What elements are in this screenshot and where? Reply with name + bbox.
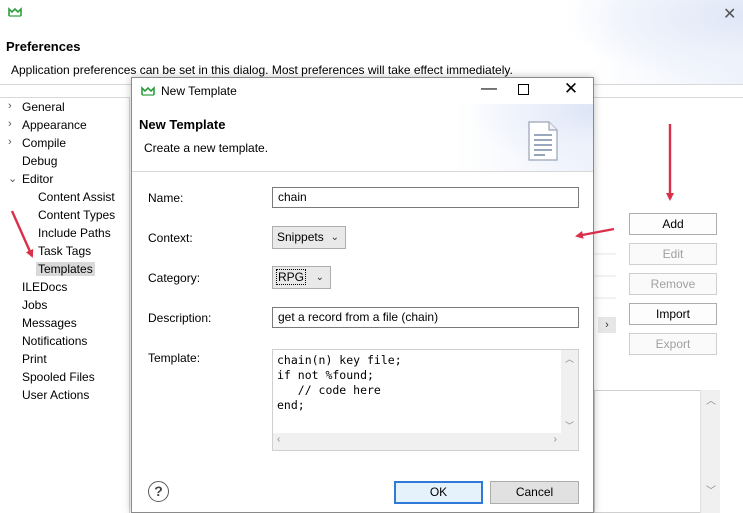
scroll-left-icon[interactable]: ‹	[277, 434, 280, 445]
template-code[interactable]: chain(n) key file; if not %found; // cod…	[277, 353, 402, 413]
tree-item-label: Jobs	[22, 298, 48, 312]
tree-item-label: Content Assist	[38, 190, 115, 204]
tree-item-label: Include Paths	[38, 226, 111, 240]
tree-item-messages[interactable]: Messages	[22, 316, 77, 330]
tree-item-content-assist[interactable]: Content Assist	[38, 190, 115, 204]
remove-button[interactable]: Remove	[629, 273, 717, 295]
template-label: Template:	[148, 351, 201, 365]
description-input[interactable]: get a record from a file (chain)	[272, 307, 579, 328]
header-decoration	[563, 0, 743, 85]
tree-item-label: User Actions	[22, 388, 90, 402]
tree-item-label: General	[22, 100, 65, 114]
tree-item-label: Templates	[38, 262, 93, 276]
templates-table-edge	[594, 253, 616, 299]
dialog-heading: New Template	[139, 117, 226, 132]
tree-item-label: Notifications	[22, 334, 88, 348]
tree-item-iledocs[interactable]: ILEDocs	[22, 280, 67, 294]
chevron-right-icon[interactable]: ›	[8, 100, 12, 112]
scrollbar[interactable]: ︿ ﹀	[700, 390, 720, 513]
tree-item-label: Print	[22, 352, 47, 366]
chevron-right-icon[interactable]: ›	[8, 136, 12, 148]
scroll-down-icon[interactable]: ﹀	[565, 419, 574, 432]
category-label: Category:	[148, 271, 201, 285]
horizontal-scrollbar[interactable]: ‹ ›	[273, 433, 561, 450]
scroll-down-icon[interactable]: ﹀	[706, 482, 716, 497]
dialog-window-title: New Template	[161, 84, 237, 98]
page-description: Application preferences can be set in th…	[11, 63, 513, 77]
edit-button[interactable]: Edit	[629, 243, 717, 265]
tree-item-label: Messages	[22, 316, 77, 330]
maximize-icon[interactable]	[518, 84, 529, 95]
tree-item-spooled-files[interactable]: Spooled Files	[22, 370, 95, 384]
app-logo-icon	[8, 7, 22, 17]
name-label: Name:	[148, 191, 184, 205]
app-logo-icon	[141, 86, 155, 96]
tree-item-templates[interactable]: Templates	[36, 262, 95, 276]
tree-item-debug[interactable]: Debug	[22, 154, 57, 168]
tree-item-editor[interactable]: ⌄ Editor	[8, 172, 54, 186]
scroll-up-icon[interactable]: ︿	[565, 352, 574, 365]
chevron-down-icon[interactable]: ⌄	[8, 172, 17, 185]
tree-item-label: ILEDocs	[22, 280, 68, 294]
tree-item-label: Appearance	[22, 118, 87, 132]
chevron-right-icon[interactable]: ›	[598, 317, 616, 333]
scroll-up-icon[interactable]: ︿	[706, 392, 716, 407]
help-icon[interactable]: ?	[148, 481, 169, 502]
tree-item-content-types[interactable]: Content Types	[38, 208, 115, 222]
tree-item-notifications[interactable]: Notifications	[22, 334, 87, 348]
page-title: Preferences	[6, 39, 81, 54]
scrollbar-corner	[561, 433, 578, 450]
ok-button[interactable]: OK	[394, 481, 483, 504]
chevron-right-icon[interactable]: ›	[8, 118, 12, 130]
category-select-value: RPG	[275, 269, 307, 285]
chevron-down-icon: ⌄	[330, 232, 339, 243]
dialog-header: New Template Create a new template.	[132, 104, 593, 172]
tree-item-print[interactable]: Print	[22, 352, 47, 366]
tree-item-label: Editor	[22, 172, 54, 186]
tree-item-user-actions[interactable]: User Actions	[22, 388, 89, 402]
context-label: Context:	[148, 231, 193, 245]
context-select[interactable]: Snippets ⌄	[272, 226, 346, 249]
context-select-value: Snippets	[277, 230, 324, 244]
add-button[interactable]: Add	[629, 213, 717, 235]
tree-item-label: Debug	[22, 154, 58, 168]
export-button[interactable]: Export	[629, 333, 717, 355]
category-select[interactable]: RPG ⌄	[272, 266, 331, 289]
tree-item-label: Spooled Files	[22, 370, 95, 384]
tree-item-label: Compile	[22, 136, 67, 150]
close-icon[interactable]: ✕	[723, 4, 736, 24]
new-template-dialog: New Template — ✕ New Template Create a n…	[131, 77, 594, 513]
document-icon	[528, 121, 558, 161]
vertical-scrollbar[interactable]: ︿ ﹀	[561, 350, 578, 434]
tree-item-general[interactable]: › General	[8, 100, 65, 114]
cancel-button[interactable]: Cancel	[490, 481, 579, 504]
tree-item-include-paths[interactable]: Include Paths	[38, 226, 111, 240]
import-button[interactable]: Import	[629, 303, 717, 325]
scroll-right-icon[interactable]: ›	[554, 434, 557, 445]
close-icon[interactable]: ✕	[563, 79, 579, 99]
tree-item-appearance[interactable]: › Appearance	[8, 118, 87, 132]
template-editor[interactable]: chain(n) key file; if not %found; // cod…	[272, 349, 579, 451]
tree-item-label: Content Types	[38, 208, 116, 222]
tree-item-label: Task Tags	[38, 244, 92, 258]
minimize-icon[interactable]: —	[481, 80, 497, 98]
tree-item-task-tags[interactable]: Task Tags	[38, 244, 91, 258]
name-input[interactable]: chain	[272, 187, 579, 208]
chevron-down-icon: ⌄	[315, 272, 324, 283]
description-label: Description:	[148, 311, 212, 325]
preferences-tree: › General › Appearance › Compile Debug ⌄ Edi…	[0, 97, 130, 513]
tree-item-jobs[interactable]: Jobs	[22, 298, 47, 312]
tree-item-compile[interactable]: › Compile	[8, 136, 67, 150]
dialog-subheading: Create a new template.	[144, 141, 269, 155]
